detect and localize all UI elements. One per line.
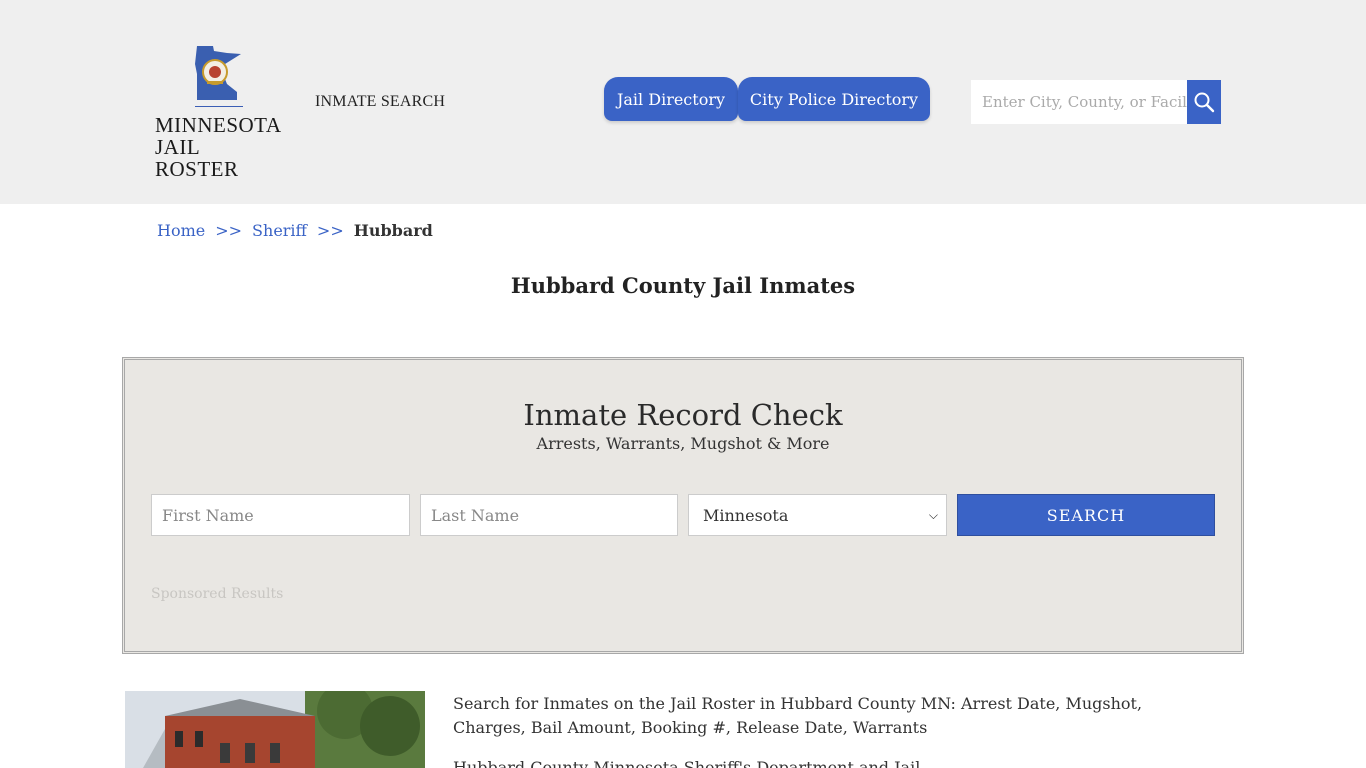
intro-paragraph: Search for Inmates on the Jail Roster in… [453, 694, 1143, 737]
logo-line-2: JAIL ROSTER [155, 135, 239, 181]
chevron-down-icon: ⌵ [928, 507, 938, 522]
inmate-record-check-panel: Inmate Record Check Arrests, Warrants, M… [122, 357, 1244, 654]
courthouse-image [125, 691, 425, 768]
page-title: Hubbard County Jail Inmates [510, 273, 856, 298]
logo-line-1: MINNESOTA [155, 113, 282, 137]
record-search-button[interactable]: SEARCH [957, 494, 1215, 536]
second-paragraph: Hubbard County Minnesota Sheriff's Depar… [453, 758, 921, 768]
first-name-field[interactable] [151, 494, 410, 536]
site-logo[interactable]: MINNESOTA JAIL ROSTER [155, 44, 285, 180]
breadcrumb: Home >> Sheriff >> Hubbard [157, 221, 433, 240]
search-submit-button[interactable] [1187, 80, 1221, 124]
tab-jail-directory[interactable]: Jail Directory [604, 77, 738, 121]
tab-city-police-directory[interactable]: City Police Directory [738, 77, 930, 121]
logo-divider [195, 106, 243, 107]
record-check-title: Inmate Record Check [523, 398, 843, 432]
last-name-field[interactable] [420, 494, 678, 536]
breadcrumb-separator: >> [215, 221, 243, 240]
courthouse-photo [125, 691, 425, 768]
header-search [971, 80, 1221, 124]
state-select-value: Minnesota [703, 505, 789, 525]
breadcrumb-sheriff[interactable]: Sheriff [252, 221, 307, 240]
breadcrumb-current: Hubbard [353, 221, 433, 240]
state-select[interactable]: Minnesota ⌵ [688, 494, 947, 536]
inmate-search-link[interactable]: INMATE SEARCH [315, 93, 445, 111]
breadcrumb-separator: >> [316, 221, 344, 240]
logo-text: MINNESOTA JAIL ROSTER [155, 114, 285, 180]
magnifier-icon [1194, 92, 1215, 113]
record-check-subtitle: Arrests, Warrants, Mugshot & More [536, 434, 830, 453]
location-search-input[interactable] [971, 80, 1187, 124]
breadcrumb-home[interactable]: Home [157, 221, 205, 240]
minnesota-state-icon [195, 46, 241, 100]
site-header: MINNESOTA JAIL ROSTER INMATE SEARCH Jail… [0, 0, 1366, 204]
sponsored-results-label: Sponsored Results [151, 586, 284, 602]
